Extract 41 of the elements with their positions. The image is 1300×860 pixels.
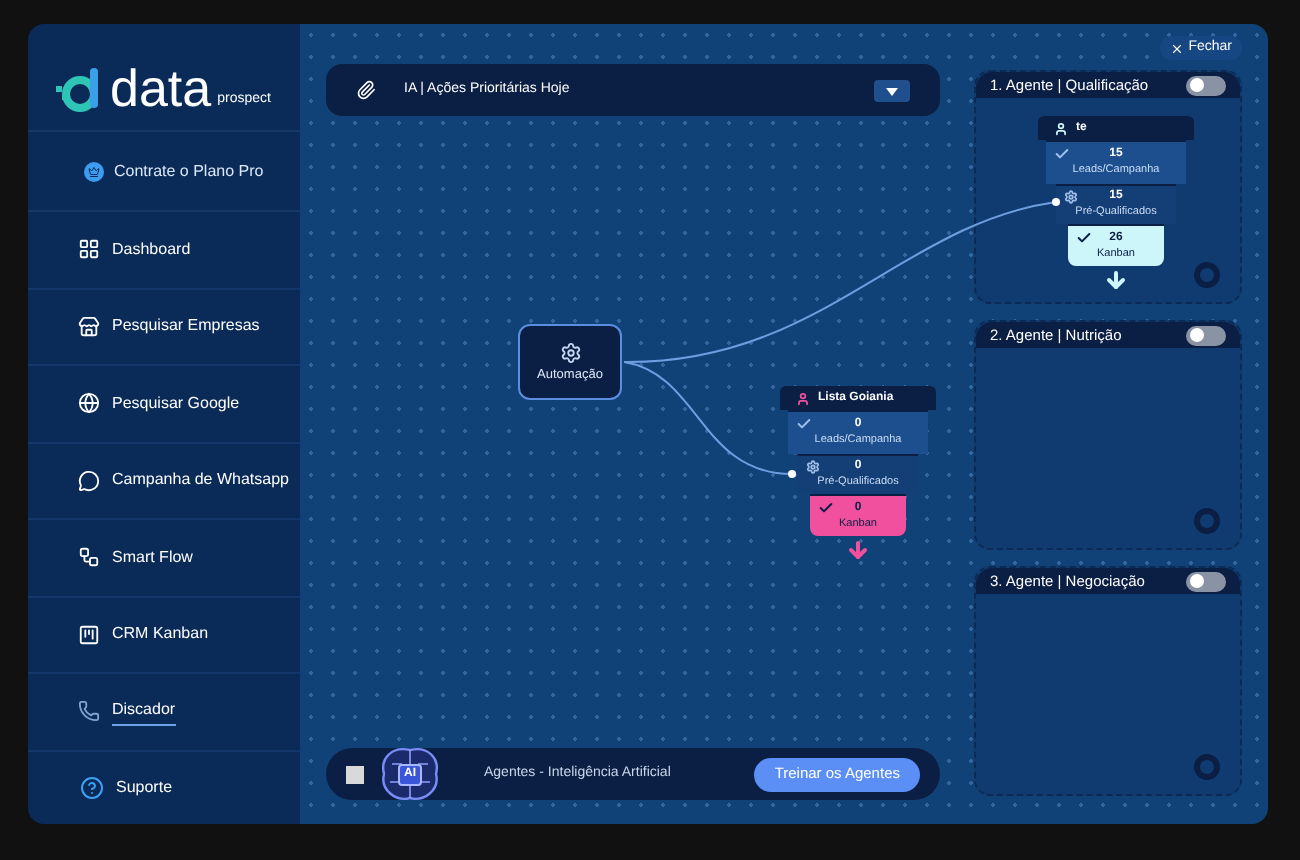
check-icon — [1076, 230, 1092, 246]
nav-item[interactable]: Dashboard — [112, 237, 191, 262]
check-icon — [1054, 146, 1070, 162]
gear-icon — [806, 460, 820, 474]
ring-icon — [1194, 754, 1220, 780]
ring-icon — [1194, 508, 1220, 534]
nav-item[interactable]: CRM Kanban — [112, 622, 209, 647]
kanban-icon — [78, 623, 100, 646]
nav-item[interactable]: Discador — [112, 697, 176, 726]
upgrade-link[interactable]: Contrate o Plano Pro — [114, 159, 264, 183]
paperclip-icon — [356, 80, 376, 100]
nav-item[interactable]: Smart Flow — [112, 545, 193, 570]
store-icon — [78, 315, 100, 338]
person-icon — [796, 391, 810, 405]
nav-item[interactable]: Pesquisar Google — [112, 391, 240, 416]
check-icon — [818, 500, 834, 516]
chat-bubble-icon — [78, 469, 100, 492]
arrow-down-icon — [846, 538, 870, 562]
workflow-icon — [78, 546, 100, 569]
person-icon — [1054, 121, 1068, 135]
ring-icon — [1194, 262, 1220, 288]
arrow-down-icon — [1104, 268, 1128, 292]
nav-item[interactable]: Pesquisar Empresas — [112, 314, 260, 339]
dropdown-icon[interactable] — [874, 79, 910, 101]
toggle-switch[interactable] — [1186, 571, 1226, 591]
crown-icon — [84, 161, 104, 181]
toggle-switch[interactable] — [1186, 75, 1226, 95]
check-icon — [796, 416, 812, 432]
logo-icon — [52, 66, 104, 114]
nav-item[interactable]: Campanha de Whatsapp — [112, 468, 289, 493]
brand-name: data — [110, 62, 212, 114]
toggle-switch[interactable] — [1186, 325, 1226, 345]
checkbox[interactable] — [346, 765, 364, 783]
help-icon — [80, 775, 104, 800]
grid-icon — [78, 238, 100, 261]
globe-icon — [78, 392, 100, 415]
gear-icon — [1064, 190, 1078, 204]
gear-icon — [559, 341, 581, 364]
close-icon — [1170, 41, 1185, 55]
phone-icon — [78, 700, 100, 723]
support-link[interactable]: Suporte — [116, 775, 173, 800]
